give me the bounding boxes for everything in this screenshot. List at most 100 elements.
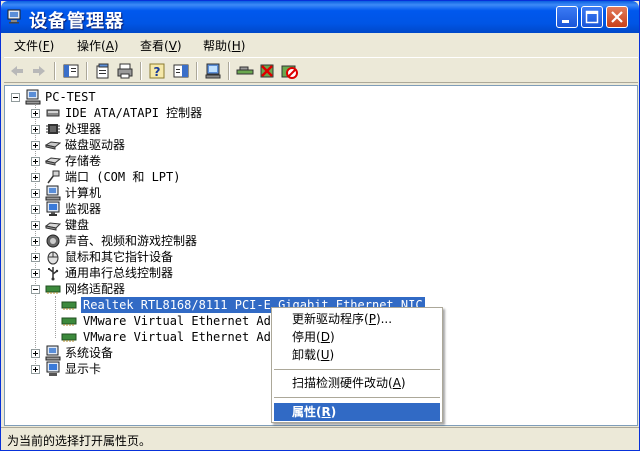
uninstall-icon[interactable] [258, 62, 276, 80]
tree-root-row[interactable]: PC-TEST [11, 89, 211, 105]
context-scan-hardware-key: A [392, 376, 401, 390]
menu-bar: 文件(F) 操作(A) 查看(V) 帮助(H) [4, 34, 638, 56]
device-manager-icon [7, 9, 21, 24]
context-uninstall[interactable]: 卸载(U) [274, 346, 440, 364]
tree-item-usb[interactable]: 通用串行总线控制器 [31, 265, 331, 281]
tree-item-network[interactable]: 网络适配器 [31, 281, 331, 297]
toolbar: ? [4, 57, 638, 83]
menu-help[interactable]: 帮助(H) [203, 37, 245, 54]
tree-item-label: 系统设备 [65, 346, 114, 360]
context-scan-hardware-label: 扫描检测硬件改动( [292, 376, 393, 390]
tree-item-label: 监视器 [65, 202, 102, 216]
back-arrow-icon[interactable] [8, 62, 26, 80]
help-icon[interactable]: ? [148, 62, 166, 80]
toolbar-separator [140, 62, 142, 80]
tree-item-label: 通用串行总线控制器 [65, 266, 174, 280]
expand-expander[interactable] [31, 125, 40, 134]
tree-item-label: 声音、视频和游戏控制器 [65, 234, 198, 248]
context-uninstall-label: 卸载( [292, 348, 321, 362]
network-adapter-icon [61, 317, 77, 326]
tree-item-disk[interactable]: 磁盘驱动器 [31, 137, 331, 153]
computer-icon [25, 89, 41, 105]
expand-expander[interactable] [31, 253, 40, 262]
monitor-icon [46, 201, 60, 216]
disk-drive-icon [45, 141, 61, 150]
context-update-driver[interactable]: 更新驱动程序(P)... [274, 310, 440, 328]
context-separator [274, 397, 440, 398]
disable-icon[interactable] [280, 62, 298, 80]
forward-arrow-icon[interactable] [30, 62, 48, 80]
context-properties[interactable]: 属性(R) [274, 403, 440, 421]
collapse-expander[interactable] [31, 285, 40, 294]
update-driver-icon[interactable] [236, 62, 254, 80]
context-update-driver-label: 更新驱动程序( [292, 312, 369, 326]
context-properties-label: 属性( [292, 405, 322, 419]
svg-text:?: ? [154, 65, 161, 79]
mouse-icon [47, 251, 59, 265]
tree-item-label: 磁盘驱动器 [65, 138, 126, 152]
tree-item-monitor[interactable]: 监视器 [31, 201, 331, 217]
tree-item-processor[interactable]: 处理器 [31, 121, 331, 137]
title-bar[interactable]: 设备管理器 [1, 1, 639, 33]
tree-item-label: 端口 (COM 和 LPT) [65, 170, 181, 184]
window-title: 设备管理器 [29, 11, 124, 32]
network-adapter-icon [61, 333, 77, 342]
expand-expander[interactable] [31, 189, 40, 198]
tree-item-port[interactable]: 端口 (COM 和 LPT) [31, 169, 331, 185]
tree-item-label: 显示卡 [65, 362, 102, 376]
show-hide-action-pane-icon[interactable] [172, 62, 190, 80]
print-icon[interactable] [116, 62, 134, 80]
tree-item-mouse[interactable]: 鼠标和其它指针设备 [31, 249, 331, 265]
ide-controller-icon [46, 109, 60, 117]
context-disable[interactable]: 停用(D) [274, 328, 440, 346]
menu-help-suffix: ) [240, 39, 246, 53]
context-properties-suffix: ) [330, 405, 337, 419]
tree-item-label: 鼠标和其它指针设备 [65, 250, 174, 264]
display-adapter-icon [46, 361, 60, 376]
tree-item-label: 计算机 [65, 186, 102, 200]
minimize-button[interactable] [556, 6, 578, 28]
show-hide-tree-icon[interactable] [62, 62, 80, 80]
menu-action-label: 操作( [77, 39, 106, 53]
tree-item-keyboard[interactable]: 键盘 [31, 217, 331, 233]
menu-help-key: H [231, 39, 241, 53]
context-update-driver-key: P [368, 312, 376, 326]
tree-item-computer[interactable]: 计算机 [31, 185, 331, 201]
tree-item-storage[interactable]: 存储卷 [31, 153, 331, 169]
menu-view[interactable]: 查看(V) [140, 37, 182, 54]
menu-file[interactable]: 文件(F) [14, 37, 54, 54]
expand-expander[interactable] [31, 365, 40, 374]
context-disable-key: D [320, 330, 330, 344]
tree-item-ide[interactable]: IDE ATA/ATAPI 控制器 [31, 105, 331, 121]
keyboard-icon [45, 222, 61, 231]
properties-icon[interactable] [94, 62, 112, 80]
menu-help-label: 帮助( [203, 39, 232, 53]
expand-expander[interactable] [31, 349, 40, 358]
processor-icon [46, 124, 60, 134]
toolbar-separator [54, 62, 56, 80]
expand-expander[interactable] [31, 205, 40, 214]
context-disable-suffix: ) [329, 330, 335, 344]
expand-expander[interactable] [31, 173, 40, 182]
expand-expander[interactable] [31, 141, 40, 150]
scan-hardware-icon[interactable] [204, 62, 222, 80]
expand-expander[interactable] [31, 157, 40, 166]
context-scan-hardware[interactable]: 扫描检测硬件改动(A) [274, 374, 440, 392]
context-uninstall-suffix: ) [329, 348, 335, 362]
expand-expander[interactable] [31, 237, 40, 246]
expand-expander[interactable] [31, 269, 40, 278]
sound-icon [46, 234, 60, 248]
menu-action[interactable]: 操作(A) [77, 37, 119, 54]
menu-action-key: A [105, 39, 114, 53]
expand-expander[interactable] [31, 221, 40, 230]
maximize-button[interactable] [581, 6, 603, 28]
tree-item-label: 网络适配器 [65, 282, 126, 296]
port-icon [47, 170, 60, 184]
close-button[interactable] [606, 6, 628, 28]
tree-item-label: 存储卷 [65, 154, 102, 168]
expand-expander[interactable] [31, 109, 40, 118]
menu-action-suffix: ) [113, 39, 119, 53]
collapse-expander[interactable] [11, 93, 20, 102]
usb-icon [48, 267, 59, 281]
tree-item-sound[interactable]: 声音、视频和游戏控制器 [31, 233, 331, 249]
